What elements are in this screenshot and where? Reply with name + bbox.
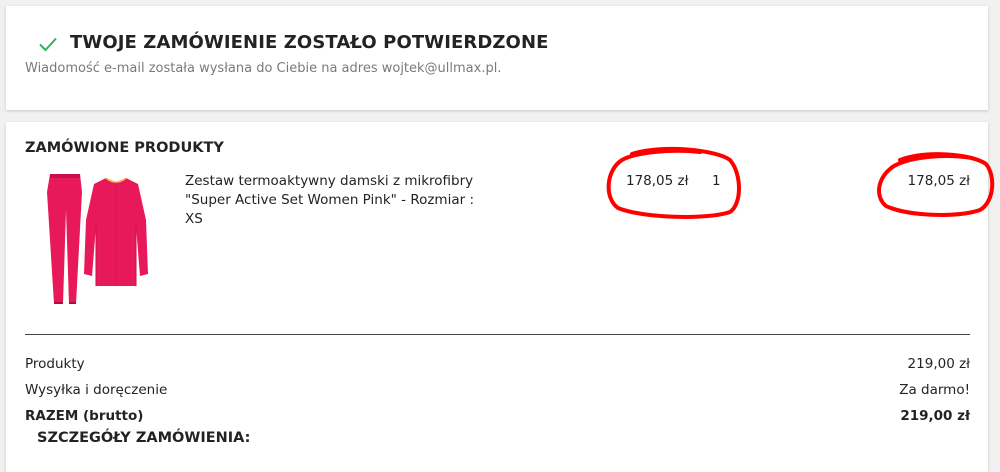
confirmation-email-message: Wiadomość e-mail została wysłana do Cieb… bbox=[25, 61, 502, 76]
ordered-products-card: ZAMÓWIONE PRODUKTY Zestaw termoaktywny d… bbox=[6, 122, 995, 472]
summary-label: Produkty bbox=[25, 356, 85, 372]
product-unit-price: 178,05 zł bbox=[626, 173, 689, 189]
summary-value: Za darmo! bbox=[899, 382, 970, 398]
summary-divider bbox=[25, 334, 970, 335]
pink-thermal-set-image[interactable] bbox=[36, 170, 151, 310]
summary-row-products: Produkty 219,00 zł bbox=[25, 356, 970, 376]
check-icon bbox=[39, 37, 57, 52]
summary-label: RAZEM (brutto) bbox=[25, 408, 144, 424]
product-name[interactable]: Zestaw termoaktywny damski z mikrofibry … bbox=[185, 172, 485, 229]
product-line-total: 178,05 zł bbox=[907, 173, 970, 189]
summary-value: 219,00 zł bbox=[907, 356, 970, 372]
summary-row-shipping: Wysyłka i doręczenie Za darmo! bbox=[25, 382, 970, 402]
summary-row-total: RAZEM (brutto) 219,00 zł bbox=[25, 408, 970, 428]
order-details-title: SZCZEGÓŁY ZAMÓWIENIA: bbox=[37, 430, 251, 446]
ordered-products-title: ZAMÓWIONE PRODUKTY bbox=[25, 140, 224, 156]
confirmation-card: TWOJE ZAMÓWIENIE ZOSTAŁO POTWIERDZONE Wi… bbox=[6, 6, 988, 110]
product-quantity: 1 bbox=[712, 173, 721, 189]
summary-value: 219,00 zł bbox=[900, 408, 970, 424]
summary-label: Wysyłka i doręczenie bbox=[25, 382, 168, 398]
confirmation-title: TWOJE ZAMÓWIENIE ZOSTAŁO POTWIERDZONE bbox=[70, 32, 549, 53]
